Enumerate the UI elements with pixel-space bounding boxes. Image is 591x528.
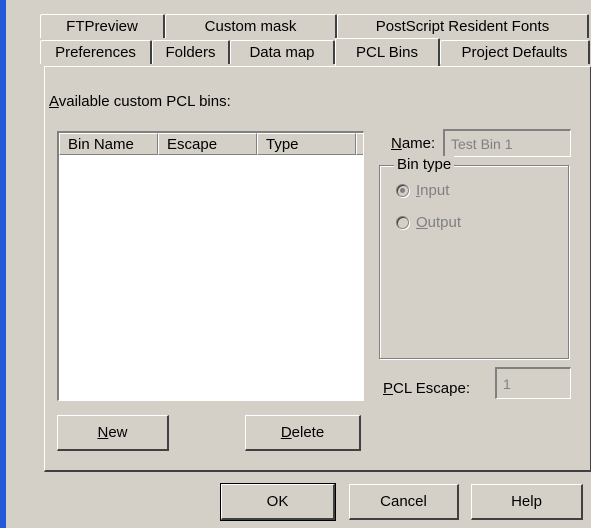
bin-type-label: Bin type: [394, 156, 455, 173]
radio-indicator: [396, 216, 409, 229]
column-label: Escape: [167, 135, 218, 153]
label-text: vailable custom PCL bins:: [58, 93, 231, 110]
radio-label: Output: [416, 214, 461, 231]
tab-label: Folders: [165, 44, 216, 61]
pcl-escape-label: PCL Escape:: [383, 380, 470, 397]
tab-label: FTPreview: [66, 18, 138, 35]
new-bin-button[interactable]: New: [57, 415, 169, 451]
column-label: Type: [266, 135, 299, 153]
list-header: Bin Name Escape Type: [59, 133, 363, 155]
column-header-escape[interactable]: Escape: [158, 133, 257, 155]
mnemonic: P: [383, 380, 394, 397]
tab-custom-mask[interactable]: Custom mask: [165, 14, 337, 38]
mnemonic: A: [49, 93, 59, 110]
button-label: Help: [511, 493, 542, 510]
tab-label: Preferences: [55, 44, 136, 61]
pcl-escape-field[interactable]: 1: [495, 367, 571, 399]
ok-button[interactable]: OK: [220, 483, 336, 521]
tab-ftpreview[interactable]: FTPreview: [40, 14, 165, 38]
tab-project-defaults[interactable]: Project Defaults: [440, 40, 590, 64]
name-value: Test Bin 1: [451, 135, 513, 152]
button-label: elete: [291, 424, 325, 441]
input-radio[interactable]: Input: [396, 182, 449, 199]
available-bins-label: Available custom PCL bins:: [49, 93, 231, 110]
output-radio[interactable]: Output: [396, 214, 461, 231]
help-button[interactable]: Help: [471, 484, 583, 520]
mnemonic: N: [97, 424, 109, 441]
mnemonic: O: [416, 214, 428, 231]
label-text: nput: [420, 182, 450, 199]
tab-label: PostScript Resident Fonts: [375, 18, 550, 35]
radio-label: Input: [416, 182, 449, 199]
tab-folders[interactable]: Folders: [152, 40, 230, 64]
column-header-bin-name[interactable]: Bin Name: [59, 133, 158, 155]
mnemonic: D: [280, 424, 292, 441]
mnemonic: N: [391, 135, 402, 152]
label-text: CL Escape:: [393, 380, 471, 397]
button-label: OK: [266, 493, 289, 510]
tab-label: Custom mask: [204, 18, 297, 35]
column-header-filler: [356, 133, 363, 155]
label-text: ame:: [401, 135, 436, 152]
tab-postscript-resident-fonts[interactable]: PostScript Resident Fonts: [337, 14, 589, 38]
custom-bins-list[interactable]: Bin Name Escape Type: [57, 131, 364, 401]
name-field[interactable]: Test Bin 1: [443, 129, 571, 157]
tab-label: PCL Bins: [356, 44, 418, 61]
button-label: ew: [108, 424, 128, 441]
column-label: Bin Name: [68, 135, 134, 153]
tab-label: Project Defaults: [461, 44, 568, 61]
delete-bin-button[interactable]: Delete: [245, 415, 361, 451]
name-label: Name:: [391, 135, 435, 152]
label-text: utput: [427, 214, 462, 231]
pcl-escape-value: 1: [503, 375, 511, 392]
tab-label: Data map: [249, 44, 315, 61]
column-header-type[interactable]: Type: [257, 133, 356, 155]
dialog-body: FTPreview Custom mask PostScript Residen…: [6, 0, 591, 528]
tab-pcl-bins[interactable]: PCL Bins: [335, 38, 440, 66]
radio-indicator: [396, 184, 409, 197]
tab-data-map[interactable]: Data map: [230, 40, 335, 64]
cancel-button[interactable]: Cancel: [349, 484, 459, 520]
button-label: Cancel: [380, 493, 427, 510]
pcl-bins-page: Available custom PCL bins: Bin Name Esca…: [44, 66, 591, 472]
bin-type-group: Bin type Input Output: [379, 156, 569, 359]
tab-preferences[interactable]: Preferences: [40, 40, 152, 64]
